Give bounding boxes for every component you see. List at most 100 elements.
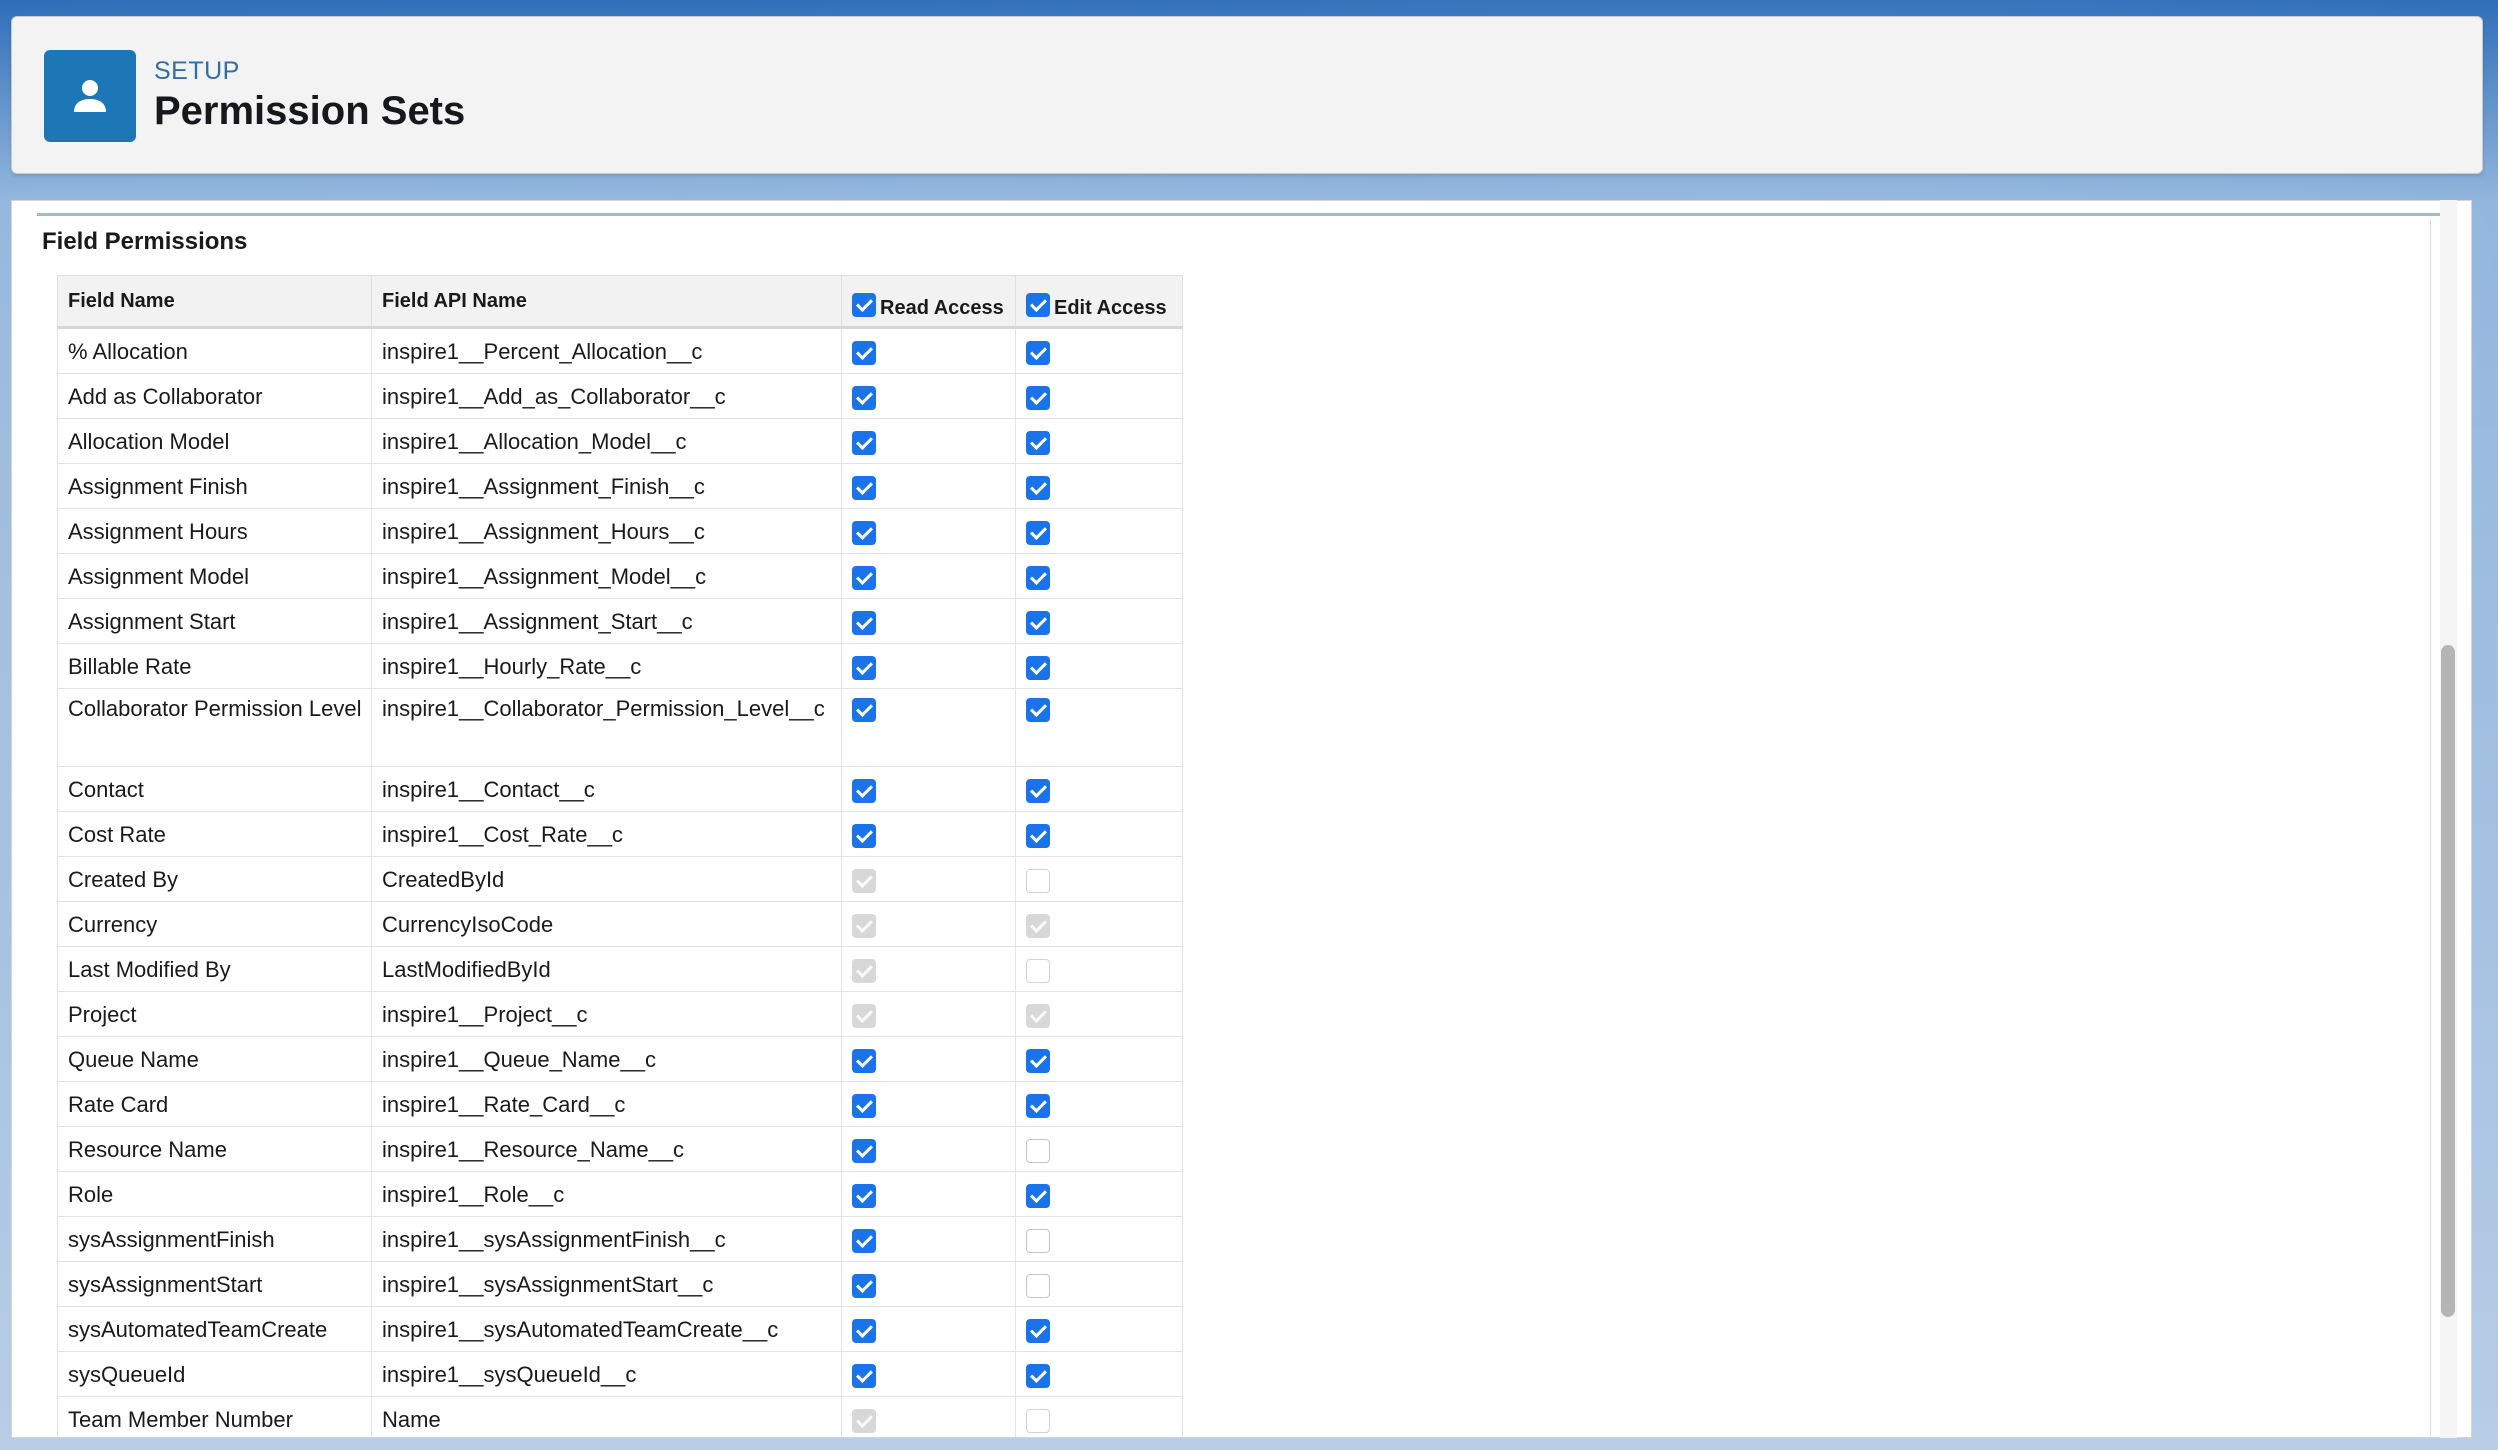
edit-access-checkbox[interactable]: [1026, 1093, 1050, 1118]
field-api-name-cell: inspire1__Assignment_Start__c: [371, 598, 842, 644]
scrollbar-thumb[interactable]: [2441, 645, 2455, 1317]
read-access-cell: [841, 1171, 1016, 1217]
field-api-name-cell: inspire1__Collaborator_Permission_Level_…: [371, 688, 842, 767]
field-api-name-cell: inspire1__sysQueueId__c: [371, 1351, 842, 1397]
field-name-cell: Resource Name: [57, 1126, 372, 1172]
edit-access-cell: [1015, 856, 1183, 902]
edit-access-checkbox[interactable]: [1026, 610, 1050, 635]
edit-access-checkbox[interactable]: [1026, 385, 1050, 410]
edit-access-checkbox[interactable]: [1026, 1138, 1050, 1163]
edit-access-cell: [1015, 553, 1183, 599]
read-access-checkbox[interactable]: [852, 1228, 876, 1253]
read-access-checkbox[interactable]: [852, 1273, 876, 1298]
edit-access-checkbox[interactable]: [1026, 340, 1050, 365]
field-api-name-cell: CurrencyIsoCode: [371, 901, 842, 947]
edit-access-checkbox[interactable]: [1026, 1048, 1050, 1073]
field-name-cell: sysAutomatedTeamCreate: [57, 1306, 372, 1352]
table-row: Billable Rate inspire1__Hourly_Rate__c: [57, 643, 1183, 689]
read-access-checkbox[interactable]: [852, 778, 876, 803]
read-access-cell: [841, 856, 1016, 902]
read-access-checkbox[interactable]: [852, 1183, 876, 1208]
read-access-checkbox[interactable]: [852, 823, 876, 848]
field-name-cell: Collaborator Permission Level: [57, 688, 372, 767]
edit-access-cell: [1015, 1261, 1183, 1307]
edit-access-select-all-checkbox[interactable]: [1026, 293, 1050, 317]
read-access-checkbox[interactable]: [852, 430, 876, 455]
edit-access-checkbox[interactable]: [1026, 778, 1050, 803]
panel-divider: [2430, 219, 2431, 1437]
table-row: Cost Rate inspire1__Cost_Rate__c: [57, 811, 1183, 857]
edit-access-cell: [1015, 643, 1183, 689]
read-access-checkbox[interactable]: [852, 565, 876, 590]
field-name-cell: Billable Rate: [57, 643, 372, 689]
edit-access-checkbox[interactable]: [1026, 1363, 1050, 1388]
read-access-checkbox[interactable]: [852, 340, 876, 365]
read-access-checkbox: [852, 913, 876, 938]
field-name-cell: Queue Name: [57, 1036, 372, 1082]
read-access-checkbox: [852, 1003, 876, 1028]
read-access-checkbox[interactable]: [852, 1363, 876, 1388]
section-divider: [37, 213, 2442, 216]
table-row: Resource Name inspire1__Resource_Name__c: [57, 1126, 1183, 1172]
edit-access-cell: [1015, 508, 1183, 554]
edit-access-checkbox: [1026, 1408, 1050, 1433]
read-access-cell: [841, 1216, 1016, 1262]
field-api-name-cell: inspire1__Rate_Card__c: [371, 1081, 842, 1127]
table-row: sysQueueId inspire1__sysQueueId__c: [57, 1351, 1183, 1397]
read-access-cell: [841, 811, 1016, 857]
edit-access-checkbox[interactable]: [1026, 430, 1050, 455]
table-header-row: Field Name Field API Name Read Access Ed…: [57, 275, 1183, 329]
edit-access-checkbox: [1026, 868, 1050, 893]
edit-access-checkbox[interactable]: [1026, 655, 1050, 680]
field-name-cell: Project: [57, 991, 372, 1037]
table-row: Assignment Model inspire1__Assignment_Mod…: [57, 553, 1183, 599]
read-access-checkbox[interactable]: [852, 385, 876, 410]
field-name-cell: Add as Collaborator: [57, 373, 372, 419]
edit-access-cell: [1015, 373, 1183, 419]
edit-access-cell: [1015, 418, 1183, 464]
table-row: Assignment Finish inspire1__Assignment_Fi…: [57, 463, 1183, 509]
edit-access-checkbox[interactable]: [1026, 823, 1050, 848]
user-icon: [44, 50, 136, 142]
read-access-cell: [841, 1261, 1016, 1307]
read-access-cell: [841, 1081, 1016, 1127]
read-access-label: Read Access: [880, 296, 1004, 319]
read-access-checkbox[interactable]: [852, 655, 876, 680]
read-access-checkbox[interactable]: [852, 1093, 876, 1118]
read-access-checkbox[interactable]: [852, 1318, 876, 1343]
edit-access-checkbox[interactable]: [1026, 1228, 1050, 1253]
read-access-checkbox[interactable]: [852, 475, 876, 500]
edit-access-checkbox[interactable]: [1026, 1183, 1050, 1208]
field-name-cell: Created By: [57, 856, 372, 902]
read-access-checkbox[interactable]: [852, 1138, 876, 1163]
edit-access-checkbox[interactable]: [1026, 475, 1050, 500]
read-access-checkbox: [852, 868, 876, 893]
edit-access-cell: [1015, 327, 1183, 374]
edit-access-checkbox: [1026, 1003, 1050, 1028]
table-row: Contact inspire1__Contact__c: [57, 766, 1183, 812]
edit-access-checkbox[interactable]: [1026, 1273, 1050, 1298]
field-name-cell: Rate Card: [57, 1081, 372, 1127]
read-access-checkbox[interactable]: [852, 698, 876, 723]
edit-access-checkbox[interactable]: [1026, 565, 1050, 590]
page-header: SETUP Permission Sets: [11, 16, 2483, 174]
table-row: Project inspire1__Project__c: [57, 991, 1183, 1037]
user-icon-glyph: [74, 80, 106, 112]
read-access-checkbox[interactable]: [852, 520, 876, 545]
edit-access-checkbox[interactable]: [1026, 520, 1050, 545]
read-access-select-all-checkbox[interactable]: [852, 293, 876, 317]
field-name-cell: sysAssignmentFinish: [57, 1216, 372, 1262]
read-access-checkbox[interactable]: [852, 610, 876, 635]
edit-access-checkbox[interactable]: [1026, 698, 1050, 723]
edit-access-checkbox[interactable]: [1026, 1318, 1050, 1343]
table-row: Assignment Start inspire1__Assignment_Sta…: [57, 598, 1183, 644]
read-access-cell: [841, 643, 1016, 689]
edit-access-label: Edit Access: [1054, 296, 1167, 319]
field-name-cell: % Allocation: [57, 327, 372, 374]
field-name-cell: Cost Rate: [57, 811, 372, 857]
edit-access-cell: [1015, 811, 1183, 857]
edit-access-checkbox: [1026, 913, 1050, 938]
read-access-checkbox[interactable]: [852, 1048, 876, 1073]
field-api-name-cell: inspire1__Resource_Name__c: [371, 1126, 842, 1172]
column-header-api-name: Field API Name: [371, 275, 842, 329]
